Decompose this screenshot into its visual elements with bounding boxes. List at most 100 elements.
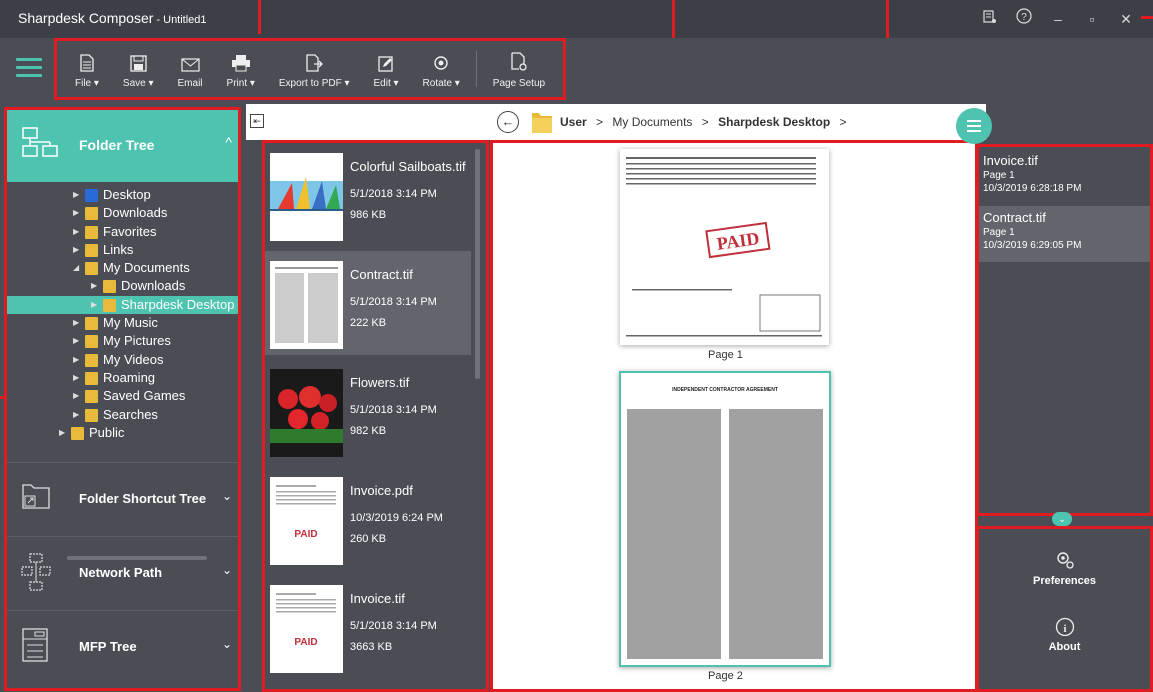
page-setup-button[interactable]: Page Setup — [481, 41, 557, 97]
tree-item[interactable]: ▶ My Pictures — [7, 332, 238, 350]
expand-arrow-icon[interactable]: ▶ — [73, 387, 79, 405]
email-icon — [180, 58, 200, 72]
expanded-arrow-icon[interactable]: ◢ — [73, 259, 79, 277]
tree-item[interactable]: ▶ My Music — [7, 314, 238, 332]
main-menu-icon[interactable] — [16, 58, 42, 80]
tree-item[interactable]: ▶ Searches — [7, 406, 238, 424]
page-thumbnail[interactable]: INDEPENDENT CONTRACTOR AGREEMENT — [619, 371, 831, 667]
file-item[interactable]: Contract.tif 5/1/2018 3:14 PM 222 KB — [265, 251, 471, 355]
about-button[interactable]: i About — [979, 617, 1150, 653]
tree-item[interactable]: ◢ My Documents — [7, 259, 238, 277]
title-bar: Sharpdesk Composer - Untitled1 ? – ▫ ✕ — [0, 0, 1153, 38]
preferences-button[interactable]: Preferences — [979, 549, 1150, 587]
folder-icon — [103, 280, 116, 294]
minimize-icon[interactable]: – — [1041, 8, 1075, 30]
network-path-icon — [21, 553, 51, 591]
chevron-down-icon[interactable]: ⌄ — [222, 637, 232, 651]
breadcrumb-item[interactable]: My Documents — [612, 115, 692, 129]
collapse-panel-icon[interactable]: ⇤ — [250, 114, 264, 128]
svg-text:PAID: PAID — [294, 637, 317, 648]
folder-tree-header[interactable]: Folder Tree ^ — [7, 110, 238, 182]
expand-arrow-icon[interactable]: ▶ — [73, 332, 79, 350]
network-path-section[interactable]: Network Path ⌄ — [7, 536, 238, 610]
expand-arrow-icon[interactable]: ▶ — [59, 424, 65, 442]
page-label: Page 2 — [708, 670, 743, 682]
breadcrumb-item[interactable]: User — [560, 115, 587, 129]
tree-item[interactable]: ▶ Desktop — [7, 186, 238, 204]
file-item[interactable]: Colorful Sailboats.tif 5/1/2018 3:14 PM … — [265, 143, 471, 247]
expand-arrow-icon[interactable]: ▶ — [73, 186, 79, 204]
file-size: 3663 KB — [350, 641, 393, 653]
expand-arrow-icon[interactable]: ▶ — [73, 406, 79, 424]
tree-item[interactable]: ▶ Links — [7, 241, 238, 259]
folder-shortcut-icon — [22, 484, 50, 509]
mfp-printer-icon — [22, 628, 48, 662]
tree-item[interactable]: ▶ My Videos — [7, 351, 238, 369]
expand-arrow-icon[interactable]: ▶ — [91, 277, 97, 295]
mfp-tree-section[interactable]: MFP Tree ⌄ — [7, 610, 238, 684]
recent-file-name: Invoice.tif — [983, 153, 1038, 168]
file-item[interactable]: Flowers.tif 5/1/2018 3:14 PM 982 KB — [265, 359, 471, 463]
tree-item-label: Saved Games — [103, 388, 186, 404]
toolbar-row: File ▾ Save ▾ Email Print ▾ Export to PD… — [0, 38, 1153, 104]
help-icon[interactable]: ? — [1007, 8, 1041, 30]
tree-item-label: My Videos — [103, 351, 164, 367]
expand-arrow-icon[interactable]: ▶ — [73, 351, 79, 369]
save-icon — [130, 55, 147, 72]
expand-arrow-icon[interactable]: ▶ — [91, 296, 97, 314]
chevron-down-icon[interactable]: ⌄ — [222, 489, 232, 503]
file-item[interactable]: PAID Invoice.pdf 10/3/2019 6:24 PM 260 K… — [265, 467, 471, 571]
recent-menu-icon[interactable] — [956, 108, 992, 144]
recent-item[interactable]: Invoice.tif Page 1 10/3/2019 6:28:18 PM — [979, 149, 1150, 205]
expand-arrow-icon[interactable]: ▶ — [73, 369, 79, 387]
tree-item[interactable]: ▶ Saved Games — [7, 387, 238, 405]
edit-button[interactable]: Edit ▾ — [362, 41, 411, 97]
expand-arrow-icon[interactable]: ▶ — [73, 204, 79, 222]
expand-arrow-icon[interactable]: ▶ — [73, 314, 79, 332]
tree-item[interactable]: ▶ Favorites — [7, 223, 238, 241]
license-icon[interactable] — [973, 8, 1007, 30]
folder-shortcut-tree-section[interactable]: Folder Shortcut Tree ⌄ — [7, 462, 238, 536]
export-pdf-icon — [306, 54, 324, 72]
tree-item[interactable]: ▶ Public — [7, 424, 238, 442]
tree-item[interactable]: ▶ Roaming — [7, 369, 238, 387]
main-toolbar: File ▾ Save ▾ Email Print ▾ Export to PD… — [54, 38, 567, 100]
file-thumbnail — [270, 369, 343, 457]
close-icon[interactable]: ✕ — [1109, 8, 1143, 30]
recent-item[interactable]: Contract.tif Page 1 10/3/2019 6:29:05 PM — [979, 206, 1150, 262]
vertical-scrollbar[interactable] — [475, 149, 480, 379]
breadcrumb-item[interactable]: Sharpdesk Desktop — [718, 115, 830, 129]
breadcrumb-separator[interactable]: > — [840, 115, 847, 129]
file-button[interactable]: File ▾ — [63, 41, 111, 97]
print-button[interactable]: Print ▾ — [215, 41, 267, 97]
page-thumbnail[interactable]: PAID — [620, 149, 829, 345]
tree-item[interactable]: ▶ Sharpdesk Desktop — [7, 295, 238, 315]
tree-item-label: Links — [103, 241, 134, 257]
email-button[interactable]: Email — [166, 41, 215, 97]
maximize-icon[interactable]: ▫ — [1075, 8, 1109, 30]
chevron-up-icon[interactable]: ^ — [225, 134, 232, 150]
file-thumbnail: PAID — [270, 477, 343, 565]
app-name: Sharpdesk Composer — [18, 10, 154, 26]
file-list: Colorful Sailboats.tif 5/1/2018 3:14 PM … — [262, 140, 489, 692]
folder-icon — [85, 335, 98, 349]
tree-item[interactable]: ▶ Downloads — [7, 204, 238, 222]
svg-text:i: i — [1063, 623, 1066, 635]
expand-arrow-icon[interactable]: ▶ — [73, 241, 79, 259]
rotate-button[interactable]: Rotate ▾ — [411, 41, 472, 97]
page-label: Page 1 — [708, 349, 743, 361]
file-item[interactable]: PAID Invoice.tif 5/1/2018 3:14 PM 3663 K… — [265, 575, 471, 679]
toolbar-separator — [475, 51, 477, 87]
folder-icon — [85, 243, 98, 257]
chevron-down-icon[interactable]: ⌄ — [1052, 512, 1072, 526]
chevron-down-icon[interactable]: ⌄ — [222, 563, 232, 577]
tree-item[interactable]: ▶ Downloads — [7, 277, 238, 295]
back-arrow-icon[interactable]: ← — [497, 111, 519, 133]
recent-file-time: 10/3/2019 6:29:05 PM — [983, 240, 1082, 251]
export-pdf-button[interactable]: Export to PDF ▾ — [267, 41, 362, 97]
tree-item-label: Searches — [103, 406, 158, 422]
preferences-icon — [1056, 552, 1074, 569]
recent-files-panel: Invoice.tif Page 1 10/3/2019 6:28:18 PM … — [976, 144, 1153, 516]
save-button[interactable]: Save ▾ — [111, 41, 166, 97]
expand-arrow-icon[interactable]: ▶ — [73, 223, 79, 241]
